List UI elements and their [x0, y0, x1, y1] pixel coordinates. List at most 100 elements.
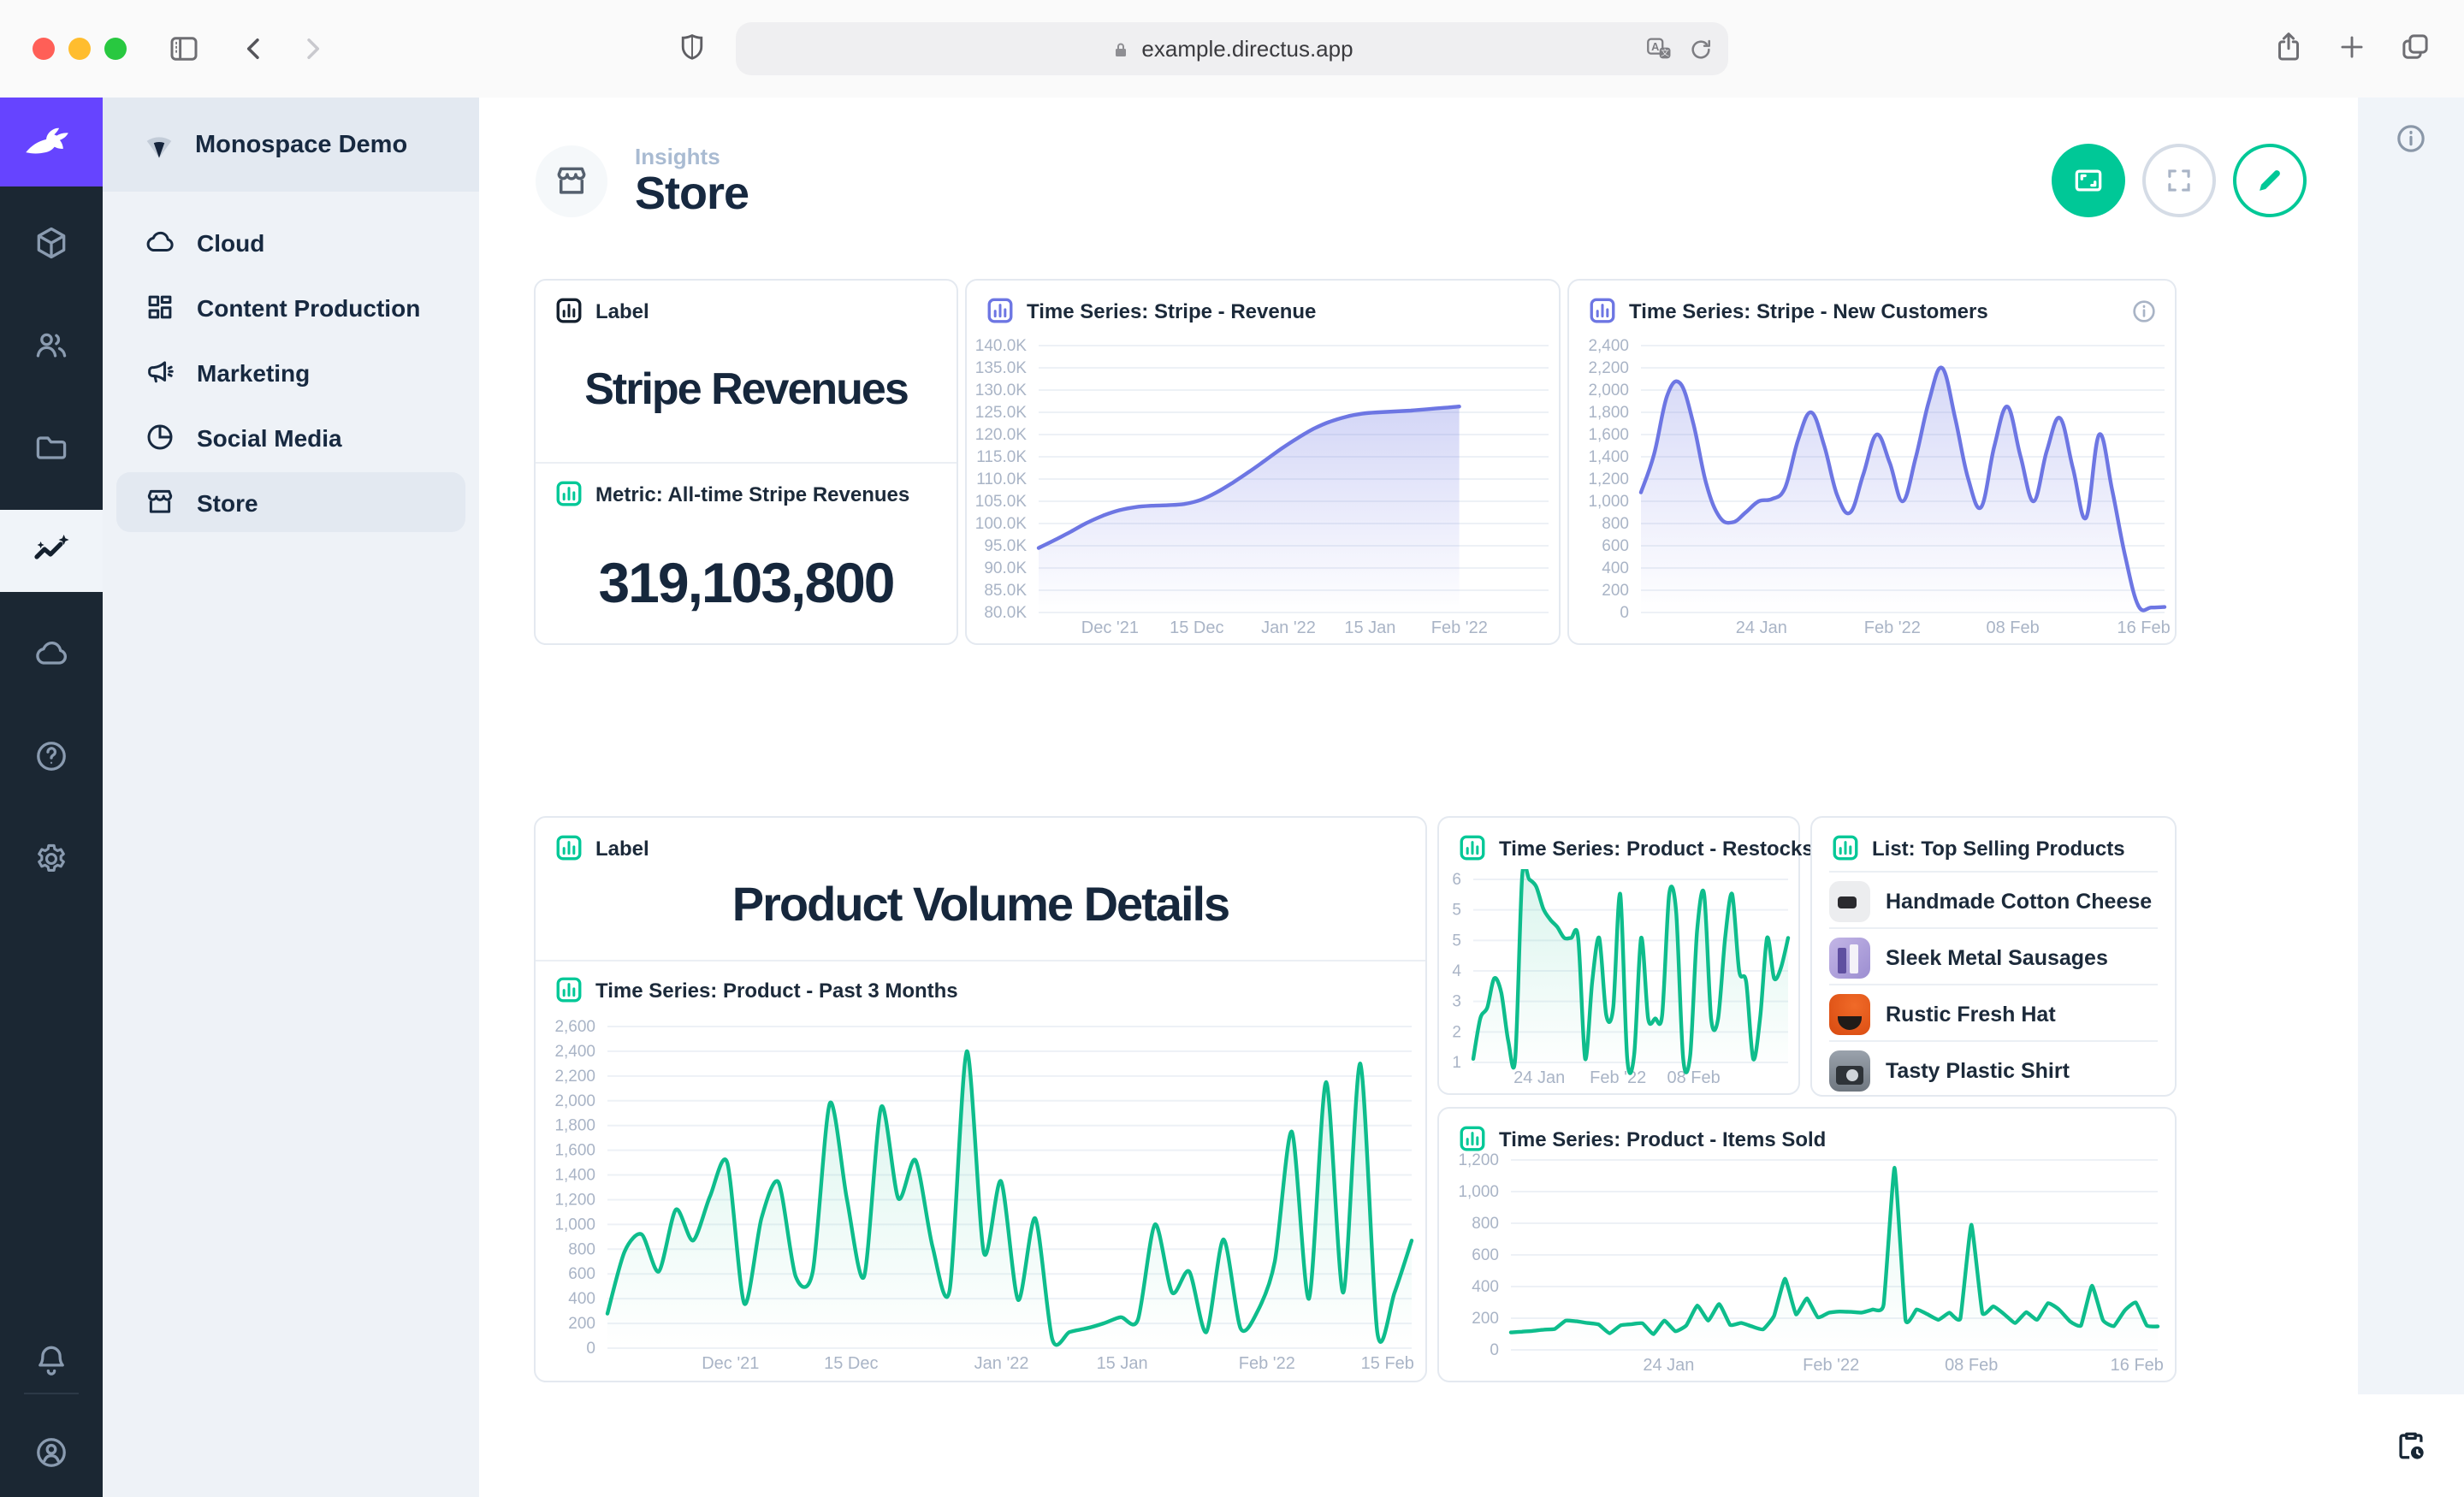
list-item[interactable]: Sleek Metal Sausages: [1829, 927, 2158, 985]
svg-text:2: 2: [1452, 1023, 1461, 1041]
lock-icon: [1111, 38, 1131, 59]
svg-text:15 Feb: 15 Feb: [1361, 1354, 1414, 1373]
fullscreen-button[interactable]: [2142, 144, 2216, 217]
svg-text:3: 3: [1452, 993, 1461, 1011]
sidebar-item-cloud[interactable]: Cloud: [116, 212, 465, 272]
svg-text:24 Jan: 24 Jan: [1513, 1068, 1565, 1087]
reload-icon[interactable]: [1687, 35, 1715, 62]
svg-text:4: 4: [1452, 962, 1461, 980]
sidebar-item-label: Store: [197, 488, 258, 516]
new-tab-icon[interactable]: [2336, 31, 2368, 63]
panel-icon: [556, 977, 582, 1003]
sidebar-toggle-icon[interactable]: [166, 31, 202, 67]
project-header[interactable]: Monospace Demo: [103, 98, 479, 192]
svg-text:200: 200: [1602, 582, 1629, 600]
product-thumbnail: [1829, 937, 1870, 978]
panel-icon: [556, 835, 582, 861]
svg-text:600: 600: [1602, 537, 1629, 555]
notifications-button[interactable]: [0, 1319, 103, 1401]
svg-text:15 Jan: 15 Jan: [1097, 1354, 1148, 1373]
users-icon: [33, 327, 70, 364]
breadcrumb[interactable]: Insights: [635, 144, 720, 169]
panel-icon: [556, 481, 582, 506]
browser-toolbar: example.directus.app A文: [0, 0, 2464, 99]
svg-text:1,600: 1,600: [1588, 426, 1629, 444]
sidebar-info-button[interactable]: [2358, 121, 2464, 156]
module-bar-divider: [24, 1393, 79, 1394]
list-item[interactable]: Rustic Fresh Hat: [1829, 984, 2158, 1042]
label-text: Stripe Revenues: [536, 363, 957, 416]
svg-text:1,000: 1,000: [554, 1216, 595, 1234]
panel-stripe-revenue: Time Series: Stripe - Revenue 140.0K135.…: [965, 279, 1561, 645]
svg-text:Dec '21: Dec '21: [702, 1354, 759, 1373]
panel-header: Time Series: Stripe - Revenue: [1027, 299, 1316, 322]
tabs-icon[interactable]: [2397, 29, 2433, 65]
product-name: Rustic Fresh Hat: [1886, 1002, 2056, 1026]
forward-icon[interactable]: [296, 33, 329, 65]
traffic-zoom[interactable]: [104, 37, 127, 59]
module-content[interactable]: [0, 202, 103, 284]
module-help[interactable]: [0, 715, 103, 797]
help-icon: [33, 737, 70, 775]
product-thumbnail: [1829, 993, 1870, 1034]
address-bar[interactable]: example.directus.app A文: [736, 22, 1728, 75]
svg-text:2,600: 2,600: [554, 1018, 595, 1036]
module-cloud[interactable]: [0, 612, 103, 695]
directus-logo[interactable]: [0, 98, 103, 186]
traffic-minimize[interactable]: [68, 37, 91, 59]
svg-text:1,400: 1,400: [554, 1167, 595, 1185]
svg-text:08 Feb: 08 Feb: [1667, 1068, 1720, 1087]
sidebar-item-store[interactable]: Store: [116, 472, 465, 532]
svg-text:90.0K: 90.0K: [984, 559, 1027, 577]
traffic-close[interactable]: [33, 37, 55, 59]
module-files[interactable]: [0, 407, 103, 489]
panel-icon: [1460, 835, 1485, 861]
new-customers-chart: 2,4002,2002,0001,8001,6001,4001,2001,000…: [1576, 335, 2171, 638]
panel-top-selling-products: List: Top Selling Products Handmade Cott…: [1810, 816, 2177, 1097]
panel-items-sold: Time Series: Product - Items Sold 1,2001…: [1437, 1107, 2177, 1382]
project-sidebar: Monospace Demo Cloud Content Production …: [103, 98, 479, 1497]
back-icon[interactable]: [238, 33, 270, 65]
product-thumbnail: [1829, 880, 1870, 921]
browser-window: example.directus.app A文: [0, 0, 2464, 1497]
module-insights[interactable]: [0, 510, 103, 592]
translate-icon[interactable]: A文: [1644, 34, 1673, 63]
panel-header: List: Top Selling Products: [1872, 836, 2125, 860]
svg-text:5: 5: [1452, 932, 1461, 950]
module-settings[interactable]: [0, 818, 103, 900]
svg-text:1,600: 1,600: [554, 1142, 595, 1160]
edit-button[interactable]: [2233, 144, 2307, 217]
svg-text:Jan '22: Jan '22: [1261, 618, 1316, 637]
panel-header: Time Series: Product - Past 3 Months: [595, 978, 958, 1002]
svg-text:130.0K: 130.0K: [975, 382, 1028, 399]
sidebar-item-label: Marketing: [197, 358, 310, 386]
user-menu-button[interactable]: [0, 1411, 103, 1494]
svg-text:400: 400: [568, 1290, 595, 1308]
list-item[interactable]: Handmade Cotton Cheese: [1829, 871, 2158, 929]
svg-text:110.0K: 110.0K: [976, 470, 1027, 488]
resize-panel-button[interactable]: [2052, 144, 2125, 217]
page-title: Store: [635, 168, 749, 221]
shield-icon[interactable]: [676, 31, 708, 63]
insights-dashboard: Insights Store Label Stripe Revenues Met…: [479, 98, 2358, 1497]
sidebar-item-social-media[interactable]: Social Media: [116, 407, 465, 467]
sidebar-item-label: Content Production: [197, 293, 420, 321]
svg-text:0: 0: [586, 1340, 595, 1358]
sidebar-item-content-production[interactable]: Content Production: [116, 277, 465, 337]
activity-dock-button[interactable]: [2358, 1394, 2464, 1497]
svg-text:100.0K: 100.0K: [975, 515, 1028, 533]
sidebar-item-marketing[interactable]: Marketing: [116, 342, 465, 402]
svg-text:1,200: 1,200: [554, 1191, 595, 1209]
module-users[interactable]: [0, 305, 103, 387]
svg-text:800: 800: [1602, 515, 1629, 533]
right-sidebar: [2358, 98, 2464, 1497]
svg-text:135.0K: 135.0K: [975, 359, 1028, 377]
share-icon[interactable]: [2271, 29, 2307, 65]
info-icon[interactable]: [2130, 298, 2158, 325]
svg-text:24 Jan: 24 Jan: [1736, 618, 1787, 637]
list-item[interactable]: Tasty Plastic Shirt: [1829, 1040, 2158, 1098]
module-bar: [0, 98, 103, 1497]
box-icon: [33, 224, 70, 262]
svg-text:Feb '22: Feb '22: [1431, 618, 1488, 637]
svg-text:6: 6: [1452, 871, 1461, 889]
